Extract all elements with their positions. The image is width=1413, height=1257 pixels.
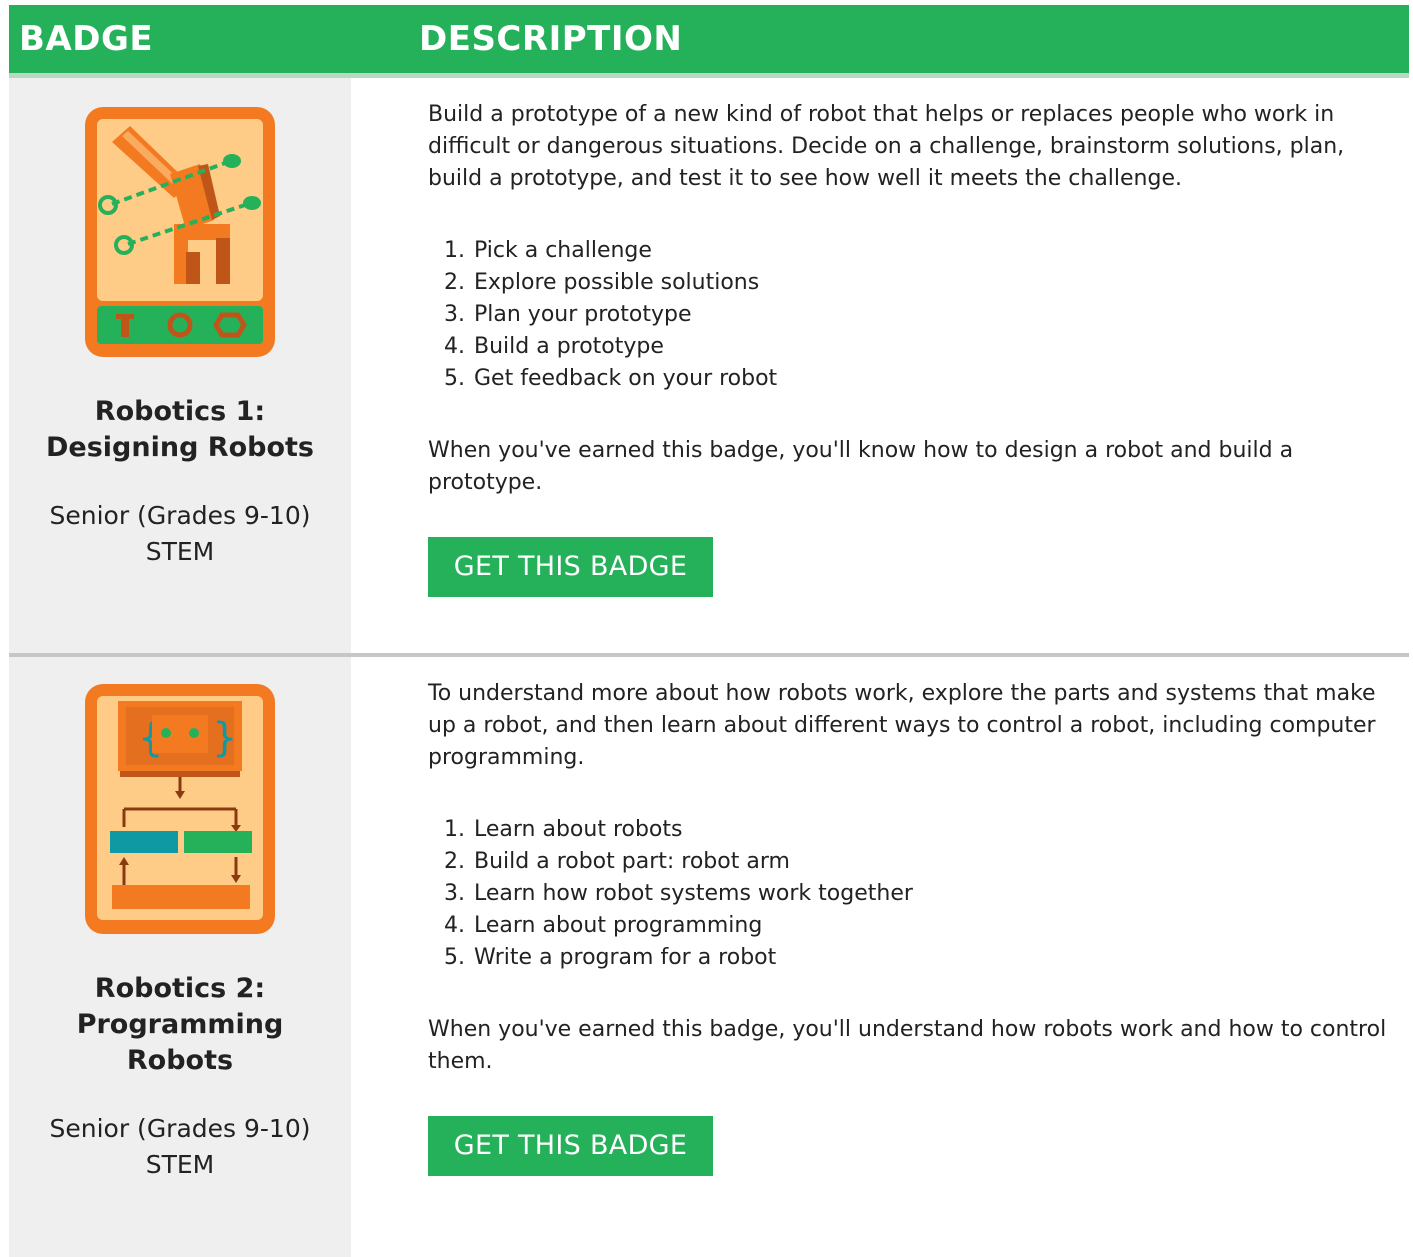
step-item: Plan your prototype [472, 299, 1389, 331]
description-cell: Build a prototype of a new kind of robot… [351, 78, 1409, 653]
badge-earned-text: When you've earned this badge, you'll un… [428, 1017, 1387, 1074]
table-header: BADGE DESCRIPTION [9, 5, 1409, 78]
description-cell: To understand more about how robots work… [351, 657, 1409, 1257]
step-item: Pick a challenge [472, 235, 1389, 267]
badge-description: To understand more about how robots work… [428, 681, 1376, 770]
badge-category: STEM [145, 537, 215, 566]
badge-cell: Robotics 1: Designing Robots Senior (Gra… [9, 78, 351, 653]
step-item: Write a program for a robot [472, 942, 1389, 974]
robot-program-badge-icon: { } [85, 684, 275, 934]
step-item: Learn how robot systems work together [472, 878, 1389, 910]
badge-table: BADGE DESCRIPTION Robotics 1: Designing … [9, 5, 1409, 1257]
robot-arm-badge-icon [85, 107, 275, 357]
step-item: Explore possible solutions [472, 267, 1389, 299]
badge-title: Robotics 2: Programming Robots [76, 973, 284, 1076]
step-item: Learn about programming [472, 910, 1389, 942]
step-item: Build a prototype [472, 331, 1389, 363]
badge-meta: Senior (Grades 9-10) STEM [50, 498, 311, 570]
badge-steps: Pick a challenge Explore possible soluti… [428, 235, 1389, 395]
header-badge: BADGE [19, 19, 154, 59]
badge-description: Build a prototype of a new kind of robot… [428, 102, 1345, 191]
get-badge-button[interactable]: GET THIS BADGE [428, 537, 713, 597]
svg-text:}: } [212, 715, 237, 761]
badge-level: Senior (Grades 9-10) [49, 501, 311, 530]
badge-level: Senior (Grades 9-10) [49, 1114, 311, 1143]
step-item: Learn about robots [472, 814, 1389, 846]
badge-meta: Senior (Grades 9-10) STEM [50, 1111, 311, 1183]
table-row: Robotics 1: Designing Robots Senior (Gra… [9, 78, 1409, 653]
table-row: { } Robotics 2: Programming Robots Senio… [9, 653, 1409, 1257]
header-description: DESCRIPTION [419, 19, 683, 59]
badge-title: Robotics 1: Designing Robots [46, 396, 314, 463]
badge-steps: Learn about robots Build a robot part: r… [428, 814, 1389, 974]
badge-earned-text: When you've earned this badge, you'll kn… [428, 438, 1294, 495]
badge-cell: { } Robotics 2: Programming Robots Senio… [9, 657, 351, 1257]
get-badge-button[interactable]: GET THIS BADGE [428, 1116, 713, 1176]
step-item: Get feedback on your robot [472, 363, 1389, 395]
step-item: Build a robot part: robot arm [472, 846, 1389, 878]
badge-category: STEM [145, 1150, 215, 1179]
